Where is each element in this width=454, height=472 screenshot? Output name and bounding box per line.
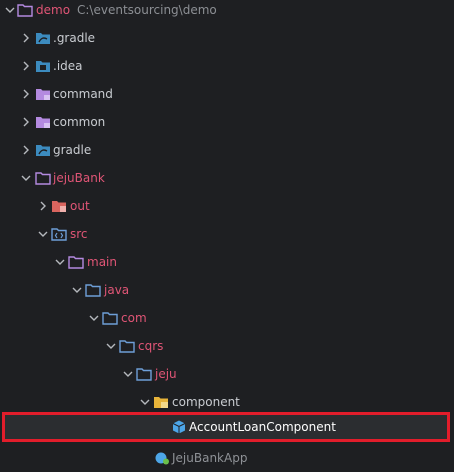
folder-icon bbox=[68, 255, 84, 269]
tree-row[interactable]: com bbox=[0, 304, 454, 332]
chevron-down-icon[interactable] bbox=[105, 340, 117, 352]
chevron-down-icon[interactable] bbox=[71, 284, 83, 296]
module-folder-icon bbox=[35, 87, 51, 101]
folder-icon bbox=[102, 311, 118, 325]
tree-item-label: jeju bbox=[155, 367, 177, 381]
chevron-down-icon[interactable] bbox=[4, 4, 16, 16]
tree-item-label: com bbox=[121, 311, 147, 325]
tree-row[interactable]: jejuBank bbox=[0, 164, 454, 192]
component-class-icon bbox=[171, 420, 187, 434]
gradle-folder-icon bbox=[35, 31, 51, 45]
chevron-down-icon[interactable] bbox=[37, 228, 49, 240]
folder-icon bbox=[85, 283, 101, 297]
tree-item-label: .idea bbox=[53, 59, 83, 73]
module-folder-icon bbox=[17, 3, 33, 17]
spring-app-icon bbox=[154, 451, 170, 465]
folder-icon bbox=[119, 339, 135, 353]
source-folder-icon bbox=[51, 227, 67, 241]
tree-row[interactable]: main bbox=[0, 248, 454, 276]
tree-row[interactable]: command bbox=[0, 80, 454, 108]
chevron-down-icon[interactable] bbox=[88, 312, 100, 324]
tree-item-label: src bbox=[70, 227, 88, 241]
tree-item-label: out bbox=[70, 199, 90, 213]
chevron-right-icon[interactable] bbox=[20, 60, 32, 72]
chevron-down-icon[interactable] bbox=[139, 396, 151, 408]
tree-item-label: command bbox=[53, 87, 113, 101]
excluded-folder-icon bbox=[51, 199, 67, 213]
module-folder-icon bbox=[35, 171, 51, 185]
project-path: C:\eventsourcing\demo bbox=[77, 3, 217, 17]
tree-row[interactable]: common bbox=[0, 108, 454, 136]
tree-item-label: jejuBank bbox=[53, 171, 105, 185]
project-name: demo bbox=[36, 3, 71, 17]
package-folder-icon bbox=[153, 395, 169, 409]
chevron-right-icon[interactable] bbox=[20, 144, 32, 156]
tree-row-selected[interactable]: AccountLoanComponent bbox=[0, 413, 454, 441]
tree-row[interactable]: JejuBankApp bbox=[0, 444, 454, 472]
chevron-down-icon[interactable] bbox=[20, 172, 32, 184]
chevron-right-icon[interactable] bbox=[20, 88, 32, 100]
tree-row[interactable]: jeju bbox=[0, 360, 454, 388]
tree-row[interactable]: out bbox=[0, 192, 454, 220]
tree-row[interactable]: .idea bbox=[0, 52, 454, 80]
chevron-right-icon[interactable] bbox=[37, 200, 49, 212]
tree-item-label: main bbox=[87, 255, 117, 269]
tree-row[interactable]: .gradle bbox=[0, 24, 454, 52]
chevron-down-icon[interactable] bbox=[54, 256, 66, 268]
gradle-folder-icon bbox=[35, 143, 51, 157]
tree-item-label: JejuBankApp bbox=[172, 451, 248, 465]
chevron-right-icon[interactable] bbox=[20, 116, 32, 128]
tree-row[interactable]: src bbox=[0, 220, 454, 248]
module-folder-icon bbox=[35, 115, 51, 129]
tree-item-label: cqrs bbox=[138, 339, 164, 353]
tree-item-label: java bbox=[104, 283, 130, 297]
tree-row[interactable]: gradle bbox=[0, 136, 454, 164]
tree-item-label: AccountLoanComponent bbox=[189, 420, 336, 434]
tree-row[interactable]: java bbox=[0, 276, 454, 304]
tree-item-label: .gradle bbox=[53, 31, 96, 45]
tree-item-label: common bbox=[53, 115, 106, 129]
tree-item-label: gradle bbox=[53, 143, 92, 157]
chevron-down-icon[interactable] bbox=[122, 368, 134, 380]
folder-icon bbox=[136, 367, 152, 381]
idea-folder-icon bbox=[35, 59, 51, 73]
tree-row-project-root[interactable]: demo C:\eventsourcing\demo bbox=[0, 0, 454, 24]
tree-row[interactable]: cqrs bbox=[0, 332, 454, 360]
chevron-right-icon[interactable] bbox=[20, 32, 32, 44]
